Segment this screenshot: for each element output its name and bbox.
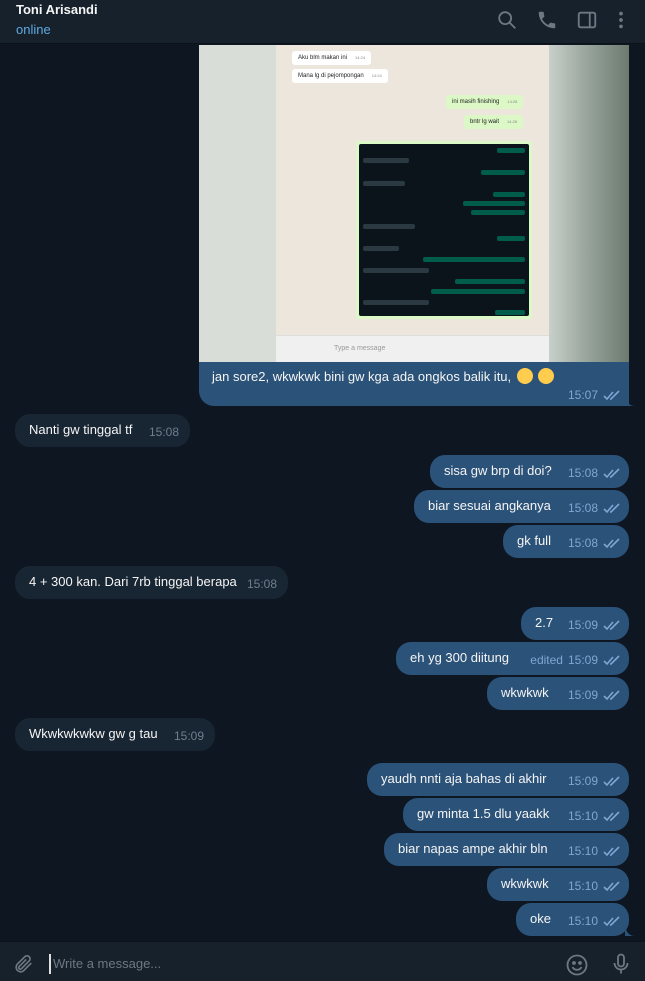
screenshot-bubble: Mana lg di pejompongan 14:24 [292,69,388,83]
grinning-sweat-emoji [516,368,533,384]
sidebar-toggle-icon[interactable] [576,9,598,31]
double-check-icon [603,690,620,701]
microphone-icon[interactable] [609,952,633,976]
double-check-icon [603,655,620,666]
double-check-icon [603,468,620,479]
message-bubble-outgoing[interactable]: biar sesuai angkanya 15:08 [414,490,629,523]
double-check-icon [603,389,620,400]
double-check-icon [603,811,620,822]
screenshot-bubble: ini masih finishing 14:28 [446,95,524,109]
screenshot-input-bar: Type a message [276,335,549,362]
message-bubble-outgoing[interactable]: biar napas ampe akhir bln 15:10 [384,833,629,866]
message-bubble-outgoing[interactable]: wkwkwk 15:10 [487,868,629,901]
message-bubble-outgoing[interactable]: sisa gw brp di doi? 15:08 [430,455,629,488]
photo-message[interactable]: Aku blm makan ini 14:24 Mana lg di pejomp… [199,45,635,406]
phone-icon[interactable] [536,9,558,31]
double-check-icon [603,538,620,549]
message-bubble-outgoing[interactable]: gw minta 1.5 dlu yaakk 15:10 [403,798,629,831]
double-check-icon [603,620,620,631]
message-bubble-outgoing[interactable]: 2.7 15:09 [521,607,629,640]
photo-caption: jan sore2, wkwkwk bini gw kga ada ongkos… [212,368,555,384]
screenshot-bubble: Aku blm makan ini 14:24 [292,51,372,65]
double-check-icon [603,881,620,892]
message-bubble-outgoing[interactable]: gk full 15:08 [503,525,629,558]
screenshot-bubble: bntr lg wait 14:28 [464,115,524,129]
message-bubble-incoming[interactable]: 4 + 300 kan. Dari 7rb tinggal berapa 15:… [15,566,288,599]
chat-header: Toni Arisandi online [0,0,645,44]
message-bubble-outgoing[interactable]: oke 15:10 [516,903,635,936]
attach-icon[interactable] [12,953,34,975]
double-check-icon [603,916,620,927]
double-check-icon [603,776,620,787]
contact-name[interactable]: Toni Arisandi [16,2,98,17]
message-bubble-incoming[interactable]: Wkwkwkwkw gw g tau 15:09 [15,718,215,751]
edited-label: edited [530,653,563,667]
message-bubble-outgoing[interactable]: yaudh nnti aja bahas di akhir 15:09 [367,763,629,796]
crying-emoji [538,368,555,384]
message-bubble-outgoing[interactable]: wkwkwk 15:09 [487,677,629,710]
double-check-icon [603,846,620,857]
search-icon[interactable] [496,9,518,31]
screenshot-image[interactable]: Aku blm makan ini 14:24 Mana lg di pejomp… [199,45,629,362]
whatsapp-screenshot: Aku blm makan ini 14:24 Mana lg di pejomp… [276,45,549,362]
double-check-icon [603,503,620,514]
more-vertical-icon[interactable] [610,9,632,31]
nested-screenshot [356,141,532,319]
message-input[interactable] [49,954,549,974]
message-composer [0,941,645,981]
message-meta: 15:07 [568,388,621,402]
message-list[interactable]: Aku blm makan ini 14:24 Mana lg di pejomp… [0,45,645,941]
message-bubble-incoming[interactable]: Nanti gw tinggal tf 15:08 [15,414,190,447]
contact-status: online [16,22,51,37]
emoji-icon[interactable] [565,953,589,977]
message-bubble-outgoing[interactable]: eh yg 300 diitung edited 15:09 [396,642,629,675]
